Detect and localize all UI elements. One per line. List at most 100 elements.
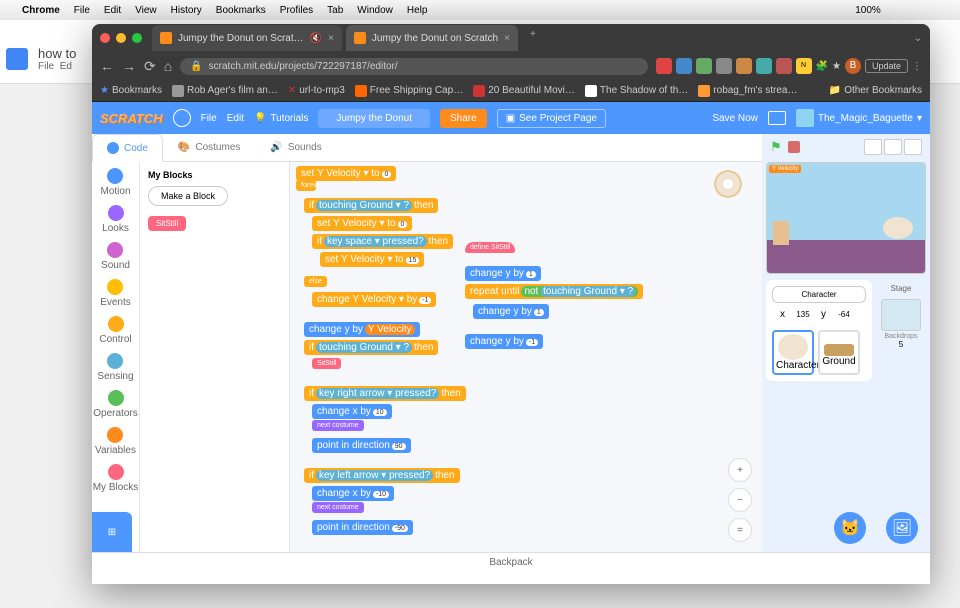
address-bar[interactable]: 🔒 scratch.mit.edu/projects/722297187/edi… bbox=[180, 58, 647, 75]
app-name[interactable]: Chrome bbox=[22, 5, 60, 16]
menu-help[interactable]: Help bbox=[407, 5, 428, 16]
tab-2[interactable]: Jumpy the Donut on Scratch × bbox=[346, 25, 518, 51]
bookmark-item[interactable]: Rob Ager's film an… bbox=[172, 85, 278, 97]
block-point-dir[interactable]: point in direction 90 bbox=[312, 438, 411, 453]
back-button[interactable]: ← bbox=[100, 58, 114, 74]
stop-button[interactable] bbox=[788, 141, 800, 153]
large-stage-button[interactable] bbox=[884, 139, 902, 155]
block-next-costume[interactable]: next costume bbox=[312, 502, 364, 513]
bookmark-item[interactable]: ✕url-to-mp3 bbox=[288, 85, 345, 96]
category-looks[interactable]: Looks bbox=[102, 205, 129, 234]
block-change-y[interactable]: change y by -1 bbox=[465, 334, 543, 349]
stage-preview[interactable]: Y Velocity bbox=[766, 162, 926, 274]
menu-tab[interactable]: Tab bbox=[327, 5, 343, 16]
extension-icon[interactable] bbox=[736, 58, 752, 74]
x-field[interactable] bbox=[789, 310, 817, 319]
tab-code[interactable]: Code bbox=[92, 134, 163, 162]
menu-file[interactable]: File bbox=[201, 113, 217, 124]
share-button[interactable]: Share bbox=[440, 109, 487, 128]
sprite-name-field[interactable]: Character bbox=[772, 286, 866, 303]
extension-icon[interactable] bbox=[696, 58, 712, 74]
extensions-puzzle-icon[interactable]: 🧩 bbox=[816, 61, 828, 72]
home-button[interactable]: ⌂ bbox=[164, 58, 172, 74]
bookmark-item[interactable]: 20 Beautiful Movi… bbox=[473, 85, 575, 97]
block-if[interactable]: if touching Ground ▾ ? then bbox=[304, 198, 438, 213]
bookmark-item[interactable]: Free Shipping Cap… bbox=[355, 85, 463, 97]
update-button[interactable]: Update bbox=[865, 59, 908, 73]
maximize-window-button[interactable] bbox=[132, 33, 142, 43]
menu-window[interactable]: Window bbox=[357, 5, 393, 16]
block-change-x[interactable]: change x by 10 bbox=[312, 404, 392, 419]
block-set-var[interactable]: set Y Velocity ▾ to 0 bbox=[296, 166, 396, 181]
minimize-window-button[interactable] bbox=[116, 33, 126, 43]
category-sound[interactable]: Sound bbox=[101, 242, 130, 271]
language-icon[interactable] bbox=[173, 109, 191, 127]
category-my-blocks[interactable]: My Blocks bbox=[93, 464, 139, 493]
extension-icon[interactable] bbox=[656, 58, 672, 74]
make-block-button[interactable]: Make a Block bbox=[148, 186, 228, 206]
block-else[interactable]: else bbox=[304, 276, 327, 287]
see-project-button[interactable]: ▣See Project Page bbox=[497, 109, 606, 128]
chevron-down-icon[interactable]: ⌄ bbox=[914, 33, 922, 44]
category-operators[interactable]: Operators bbox=[93, 390, 137, 419]
reload-button[interactable]: ⟳ bbox=[144, 58, 156, 75]
block-custom-call[interactable]: SitStill bbox=[312, 358, 341, 369]
bookmark-item[interactable]: The Shadow of th… bbox=[585, 85, 688, 97]
category-variables[interactable]: Variables bbox=[95, 427, 136, 456]
small-stage-button[interactable] bbox=[864, 139, 882, 155]
block-change-y[interactable]: change y by 1 bbox=[473, 304, 549, 319]
category-control[interactable]: Control bbox=[99, 316, 131, 345]
block-change-x[interactable]: change x by -10 bbox=[312, 486, 394, 501]
forward-button[interactable]: → bbox=[122, 58, 136, 74]
menu-edit[interactable]: Edit bbox=[227, 113, 244, 124]
category-motion[interactable]: Motion bbox=[100, 168, 130, 197]
close-tab-icon[interactable]: × bbox=[328, 33, 334, 44]
extension-icon[interactable]: N bbox=[796, 58, 812, 74]
menu-file[interactable]: File bbox=[74, 5, 90, 16]
bookmark-item[interactable]: robag_fm's strea… bbox=[698, 85, 797, 97]
menu-edit[interactable]: Edit bbox=[104, 5, 121, 16]
custom-block[interactable]: SitStill bbox=[148, 216, 186, 231]
close-tab-icon[interactable]: × bbox=[504, 33, 510, 44]
tab-1[interactable]: Jumpy the Donut on Scrat… 🔇 × bbox=[152, 25, 342, 51]
menu-dots-icon[interactable]: ⋮ bbox=[912, 61, 922, 72]
block-change-y[interactable]: change y by 1 bbox=[465, 266, 541, 281]
category-sensing[interactable]: Sensing bbox=[97, 353, 133, 382]
block-forever[interactable]: forever bbox=[296, 180, 316, 191]
mute-icon[interactable]: 🔇 bbox=[310, 33, 322, 44]
extension-icon[interactable] bbox=[776, 58, 792, 74]
sprite-thumbnail[interactable]: Character bbox=[772, 330, 814, 375]
menu-history[interactable]: History bbox=[171, 5, 202, 16]
zoom-out-button[interactable]: − bbox=[728, 488, 752, 512]
extension-icon[interactable] bbox=[716, 58, 732, 74]
block-if[interactable]: if touching Ground ▾ ? then bbox=[304, 340, 438, 355]
block-change-var[interactable]: change Y Velocity ▾ by -1 bbox=[312, 292, 436, 307]
extension-icon[interactable] bbox=[676, 58, 692, 74]
block-set-var[interactable]: set Y Velocity ▾ to 0 bbox=[312, 216, 412, 231]
block-if[interactable]: if key space ▾ pressed? then bbox=[312, 234, 453, 249]
close-window-button[interactable] bbox=[100, 33, 110, 43]
scripts-canvas[interactable]: set Y Velocity ▾ to 0 forever if touchin… bbox=[290, 162, 762, 552]
add-sprite-button[interactable]: 🐱 bbox=[834, 512, 866, 544]
stage-selector[interactable]: Stage Backdrops 5 bbox=[876, 280, 926, 381]
bookmark-item[interactable]: ★Bookmarks bbox=[100, 85, 162, 96]
other-bookmarks[interactable]: 📁Other Bookmarks bbox=[829, 85, 922, 96]
my-stuff-icon[interactable] bbox=[768, 111, 786, 125]
save-now-button[interactable]: Save Now bbox=[712, 113, 758, 124]
fullscreen-button[interactable] bbox=[904, 139, 922, 155]
menu-profiles[interactable]: Profiles bbox=[280, 5, 313, 16]
category-events[interactable]: Events bbox=[100, 279, 131, 308]
block-set-var[interactable]: set Y Velocity ▾ to 15 bbox=[320, 252, 424, 267]
backpack-panel[interactable]: Backpack bbox=[92, 552, 930, 574]
tutorials-button[interactable]: 💡Tutorials bbox=[254, 113, 308, 124]
add-extension-button[interactable]: ⊞ bbox=[92, 512, 132, 552]
block-define[interactable]: define SitStill bbox=[465, 242, 515, 253]
block-change-y[interactable]: change y by Y Velocity bbox=[304, 322, 420, 337]
new-tab-button[interactable]: + bbox=[522, 25, 544, 51]
zoom-in-button[interactable]: + bbox=[728, 458, 752, 482]
zoom-reset-button[interactable]: = bbox=[728, 518, 752, 542]
extension-icon[interactable] bbox=[756, 58, 772, 74]
profile-avatar[interactable]: B bbox=[845, 58, 861, 74]
menu-bookmarks[interactable]: Bookmarks bbox=[216, 5, 266, 16]
add-backdrop-button[interactable]: 🖼 bbox=[886, 512, 918, 544]
